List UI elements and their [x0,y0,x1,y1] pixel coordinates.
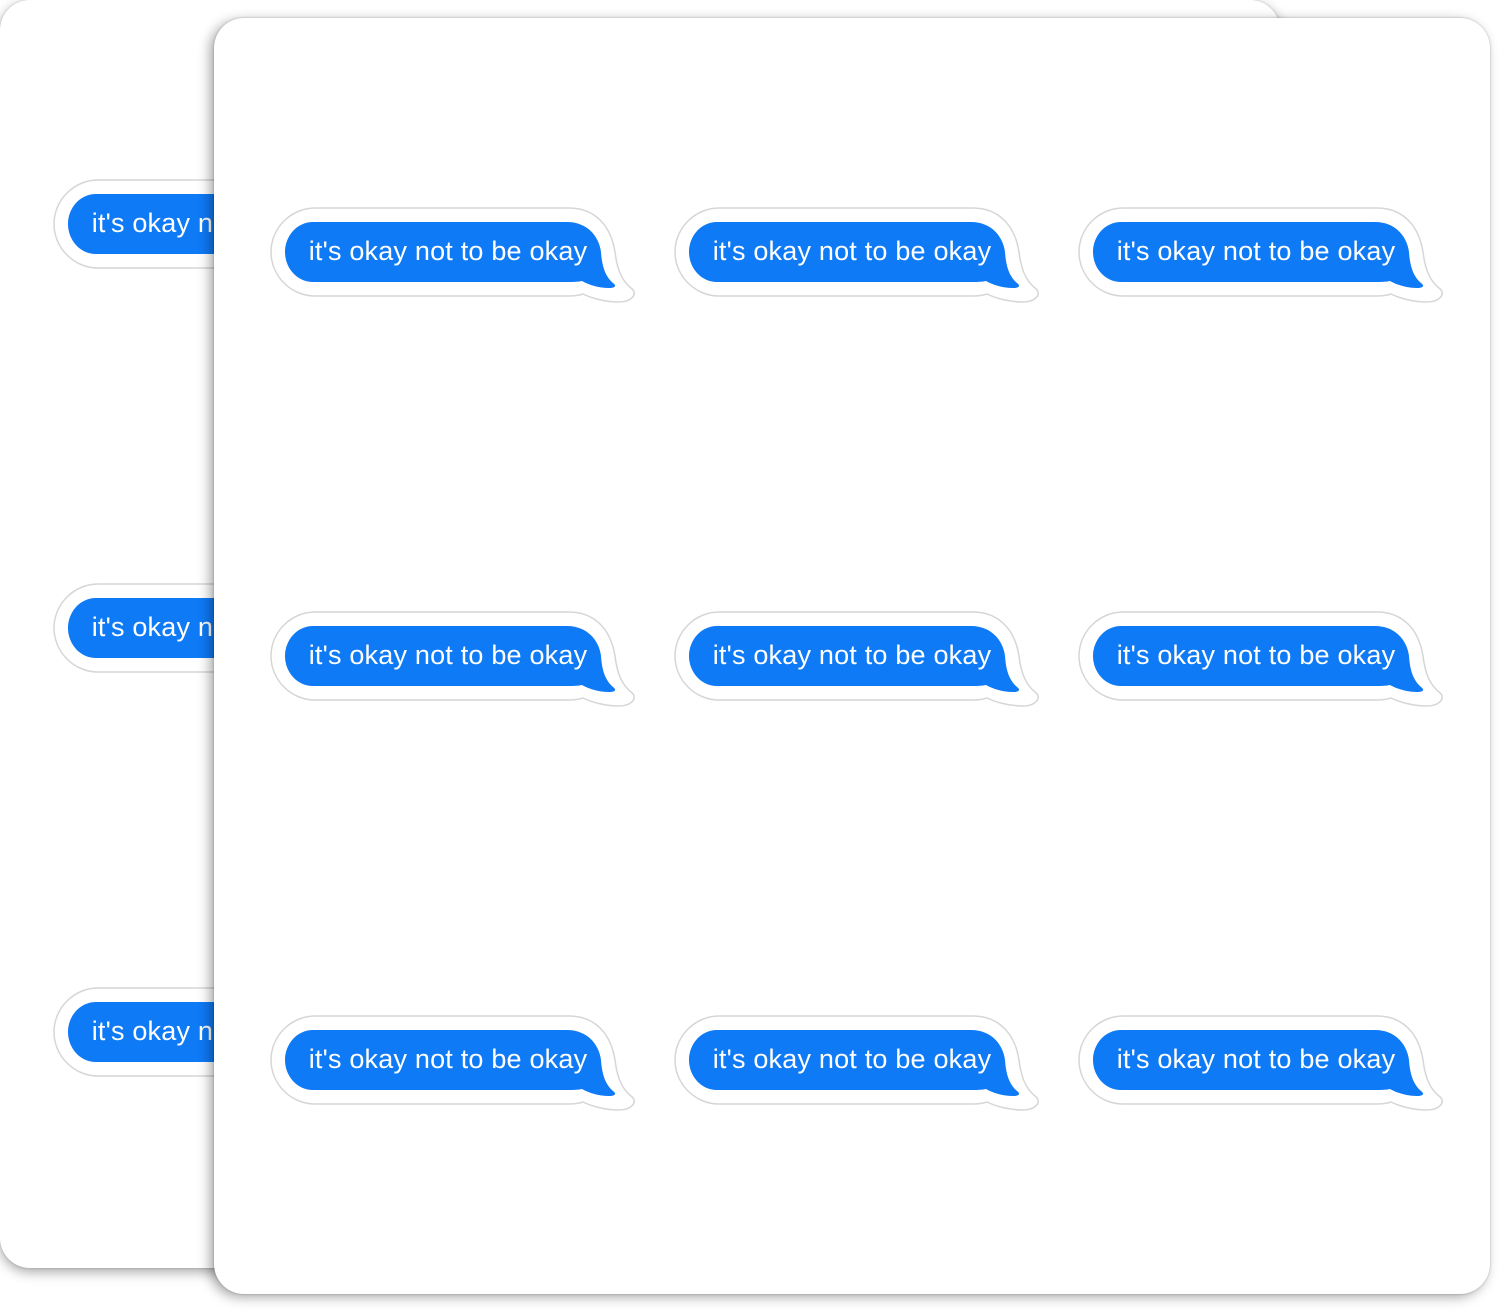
sticker-text: it's okay not to be okay [1116,1044,1396,1074]
front-sticker-2: it's okay not to be okay [673,206,1039,303]
front-sticker-8: it's okay not to be okay [673,1014,1039,1111]
sticker-text: it's okay not to be okay [712,1044,992,1074]
front-sticker-5: it's okay not to be okay [673,610,1039,707]
sticker-text: it's okay not to be okay [712,236,992,266]
sticker-text: it's okay not to be okay [712,640,992,670]
front-sticker-7: it's okay not to be okay [269,1014,635,1111]
front-sticker-1: it's okay not to be okay [269,206,635,303]
front-sticker-6: it's okay not to be okay [1077,610,1443,707]
front-sticker-9: it's okay not to be okay [1077,1014,1443,1111]
front-sticker-4: it's okay not to be okay [269,610,635,707]
sticker-sheet-scene: it's okay not to be okay it's okay not t… [0,0,1500,1311]
sticker-text: it's okay not to be okay [308,640,588,670]
sticker-text: it's okay not to be okay [1116,640,1396,670]
front-sticker-sheet: it's okay not to be okay it's okay not t… [214,18,1490,1294]
sticker-text: it's okay not to be okay [308,1044,588,1074]
sticker-text: it's okay not to be okay [308,236,588,266]
sticker-text: it's okay not to be okay [1116,236,1396,266]
front-sticker-3: it's okay not to be okay [1077,206,1443,303]
